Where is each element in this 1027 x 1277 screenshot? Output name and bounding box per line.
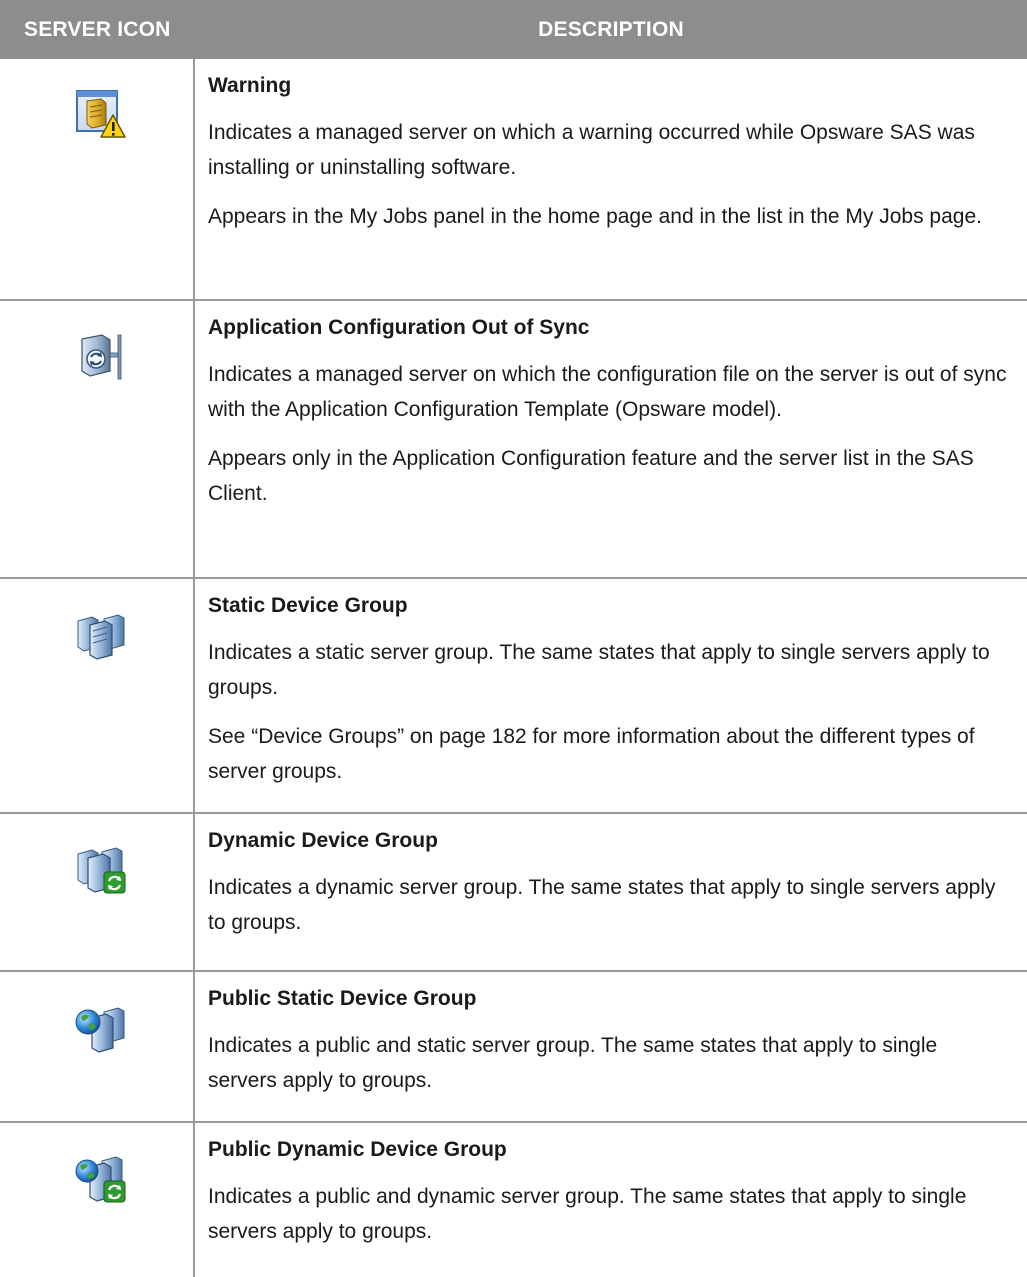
table-row: Static Device Group Indicates a static s…: [0, 579, 1027, 814]
server-icon-table: SERVER ICON DESCRIPTION Warning Indicate…: [0, 0, 1027, 1277]
row-description: Indicates a dynamic server group. The sa…: [208, 876, 996, 934]
table-header: SERVER ICON DESCRIPTION: [0, 0, 1027, 59]
public-dynamic-device-group-icon: [74, 1151, 128, 1205]
row-description: See “Device Groups” on page 182 for more…: [208, 725, 975, 783]
header-description: DESCRIPTION: [538, 17, 684, 41]
header-server-icon: SERVER ICON: [24, 17, 171, 41]
row-description: Indicates a managed server on which the …: [208, 363, 1007, 421]
row-title: Public Static Device Group: [208, 987, 477, 1010]
static-device-group-icon: [74, 607, 128, 661]
row-description: Indicates a managed server on which a wa…: [208, 121, 975, 179]
server-warning-icon: [74, 87, 128, 141]
row-title: Public Dynamic Device Group: [208, 1138, 507, 1161]
row-description: Indicates a public and static server gro…: [208, 1034, 938, 1092]
table-row: Public Dynamic Device Group Indicates a …: [0, 1123, 1027, 1277]
row-description: Appears in the My Jobs panel in the home…: [208, 205, 982, 228]
table-row: Dynamic Device Group Indicates a dynamic…: [0, 814, 1027, 972]
row-description: Indicates a public and dynamic server gr…: [208, 1185, 967, 1243]
row-title: Dynamic Device Group: [208, 829, 438, 852]
row-title: Warning: [208, 74, 292, 97]
row-title: Application Configuration Out of Sync: [208, 316, 590, 339]
row-description: Appears only in the Application Configur…: [208, 447, 974, 505]
row-title: Static Device Group: [208, 594, 408, 617]
dynamic-device-group-icon: [74, 842, 128, 896]
table-row: Warning Indicates a managed server on wh…: [0, 59, 1027, 301]
table-row: Application Configuration Out of Sync In…: [0, 301, 1027, 579]
public-static-device-group-icon: [74, 1000, 128, 1054]
app-config-out-of-sync-icon: [74, 329, 128, 383]
row-description: Indicates a static server group. The sam…: [208, 641, 990, 699]
table-row: Public Static Device Group Indicates a p…: [0, 972, 1027, 1123]
